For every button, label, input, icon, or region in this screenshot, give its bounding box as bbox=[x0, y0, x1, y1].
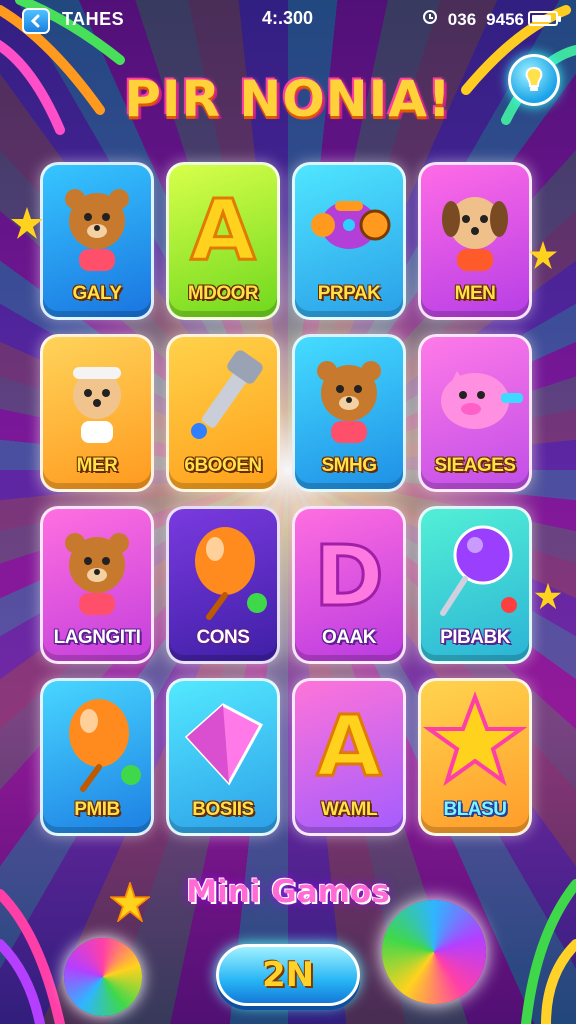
game-tile-label: PRPAK bbox=[317, 283, 381, 304]
game-tile-label: PIBABK bbox=[440, 627, 510, 648]
bear-icon bbox=[65, 533, 129, 615]
game-tile[interactable]: A WAML bbox=[292, 678, 406, 836]
game-tile[interactable]: PIBABK bbox=[418, 506, 532, 664]
play-button[interactable]: 2N bbox=[216, 944, 360, 1006]
game-tile-label: MER bbox=[76, 455, 118, 476]
star-icon bbox=[422, 691, 528, 787]
star-icon bbox=[534, 582, 562, 610]
game-tile-label: LAGNGITI bbox=[53, 627, 141, 648]
letter-a-icon: A bbox=[315, 696, 383, 796]
game-tile[interactable]: 6BOOEN bbox=[166, 334, 280, 492]
letter-d-icon: D bbox=[313, 526, 386, 624]
game-title: PIR NONIA! bbox=[124, 70, 452, 128]
status-value-b: 9456 bbox=[486, 9, 524, 29]
battery-icon bbox=[528, 11, 561, 26]
game-tile-label: WAML bbox=[320, 799, 378, 820]
back-button[interactable] bbox=[22, 8, 50, 34]
game-grid: GALY A MDOOR PRPAK MEN MER 6BOOEN SMHG SIEAGES LA… bbox=[40, 162, 536, 836]
hammer-icon bbox=[191, 350, 263, 439]
pup-icon bbox=[73, 367, 121, 443]
svg-text:D: D bbox=[314, 527, 384, 623]
game-tile[interactable]: LAGNGITI bbox=[40, 506, 154, 664]
game-tile[interactable]: MER bbox=[40, 334, 154, 492]
svg-text:A: A bbox=[316, 697, 381, 795]
game-tile-label: MDOOR bbox=[187, 283, 259, 304]
game-tile-label: OAAK bbox=[322, 627, 376, 648]
robot-icon bbox=[311, 201, 391, 249]
game-tile[interactable]: PRPAK bbox=[292, 162, 406, 320]
candy-swirl-icon bbox=[382, 900, 486, 1004]
game-tile[interactable]: BLASU bbox=[418, 678, 532, 836]
status-bar: TAHES 4:.300 036 9456 bbox=[0, 0, 576, 38]
balloon-icon bbox=[195, 527, 267, 620]
candy-swirl-icon bbox=[64, 938, 142, 1016]
status-right: 036 9456 bbox=[422, 9, 524, 30]
status-time: 4:.300 bbox=[262, 8, 314, 28]
bear-icon bbox=[65, 189, 129, 271]
game-tile[interactable]: D OAAK bbox=[292, 506, 406, 664]
signal-icon bbox=[422, 9, 438, 30]
status-value-a: 036 bbox=[447, 9, 477, 29]
game-tile[interactable]: MEN bbox=[418, 162, 532, 320]
game-tile[interactable]: BOSIIS bbox=[166, 678, 280, 836]
status-title: TAHES bbox=[62, 9, 125, 29]
svg-text:A: A bbox=[190, 181, 255, 279]
game-tile-label: PMIB bbox=[74, 799, 120, 820]
game-tile-label: BOSIIS bbox=[192, 799, 254, 820]
game-tile-label: 6BOOEN bbox=[184, 455, 262, 476]
game-tile-label: BLASU bbox=[443, 799, 507, 820]
star-icon bbox=[11, 207, 43, 239]
star-icon bbox=[528, 240, 558, 270]
bubble-wand-icon bbox=[440, 525, 517, 616]
game-tile[interactable]: SMHG bbox=[292, 334, 406, 492]
pig-icon bbox=[441, 371, 523, 429]
gem-icon bbox=[184, 703, 264, 786]
game-tile-label: SIEAGES bbox=[434, 455, 516, 476]
bear-icon bbox=[317, 361, 381, 443]
game-tile-label: GALY bbox=[72, 283, 122, 304]
game-tile[interactable]: GALY bbox=[40, 162, 154, 320]
game-tile-label: MEN bbox=[454, 283, 496, 304]
game-tile[interactable]: PMIB bbox=[40, 678, 154, 836]
game-tile-label: SMHG bbox=[321, 455, 378, 476]
game-tile[interactable]: A MDOOR bbox=[166, 162, 280, 320]
game-tile-label: CONS bbox=[196, 627, 250, 648]
game-tile[interactable]: SIEAGES bbox=[418, 334, 532, 492]
section-subtitle: Mini Gamos bbox=[186, 874, 390, 910]
game-tile[interactable]: CONS bbox=[166, 506, 280, 664]
chevron-left-icon bbox=[30, 14, 40, 28]
balloon-icon bbox=[69, 699, 141, 792]
letter-a-icon: A bbox=[189, 180, 257, 280]
dog-icon bbox=[442, 197, 508, 271]
